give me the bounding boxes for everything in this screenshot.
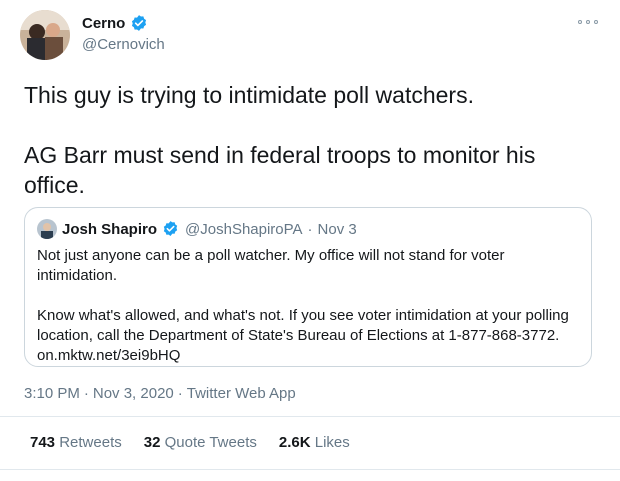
quoted-tweet-text: Not just anyone can be a poll watcher. M… xyxy=(37,246,582,366)
tweet: Cerno @Cernovich This guy is trying to i… xyxy=(0,0,620,481)
engagement-stats: 743 Retweets 32 Quote Tweets 2.6K Likes xyxy=(30,434,350,451)
quote-tweets-label: Quote Tweets xyxy=(164,434,257,451)
verified-badge-icon xyxy=(130,14,148,32)
likes-count: 2.6K xyxy=(278,434,311,451)
quoted-paragraph: Know what's allowed, and what's not. If … xyxy=(37,307,569,364)
avatar[interactable] xyxy=(20,10,70,60)
quote-tweets-stat[interactable]: 32 Quote Tweets xyxy=(144,434,257,451)
more-options-icon[interactable] xyxy=(578,16,598,28)
dot-separator: · xyxy=(83,385,89,402)
tweet-text: This guy is trying to intimidate poll wa… xyxy=(24,80,594,200)
quoted-author-name[interactable]: Josh Shapiro xyxy=(62,221,157,238)
dot-separator: · xyxy=(177,385,183,402)
quoted-avatar[interactable] xyxy=(37,219,57,239)
likes-stat[interactable]: 2.6K Likes xyxy=(279,434,350,451)
quoted-paragraph: Not just anyone can be a poll watcher. M… xyxy=(37,247,505,284)
tweet-paragraph: This guy is trying to intimidate poll wa… xyxy=(24,82,474,108)
divider xyxy=(0,416,620,417)
tweet-paragraph: AG Barr must send in federal troops to m… xyxy=(24,142,536,198)
quoted-date[interactable]: Nov 3 xyxy=(318,221,357,238)
divider xyxy=(0,469,620,470)
dot-separator: · xyxy=(307,220,313,238)
quoted-tweet-header: Josh Shapiro @JoshShapiroPA · Nov 3 xyxy=(37,219,357,239)
tweet-date[interactable]: Nov 3, 2020 xyxy=(93,385,174,402)
retweets-count: 743 xyxy=(30,434,56,451)
likes-label: Likes xyxy=(314,434,350,451)
author-handle[interactable]: @Cernovich xyxy=(82,36,165,53)
quoted-tweet[interactable]: Josh Shapiro @JoshShapiroPA · Nov 3 Not … xyxy=(24,207,592,367)
tweet-timestamp: 3:10 PM · Nov 3, 2020 · Twitter Web App xyxy=(24,385,296,402)
author-name-row: Cerno xyxy=(82,14,148,32)
verified-badge-icon xyxy=(162,220,180,238)
author-name[interactable]: Cerno xyxy=(82,15,125,32)
quote-tweets-count: 32 xyxy=(143,434,161,451)
retweets-stat[interactable]: 743 Retweets xyxy=(30,434,122,451)
tweet-time[interactable]: 3:10 PM xyxy=(24,385,80,402)
retweets-label: Retweets xyxy=(59,434,122,451)
quoted-author-handle[interactable]: @JoshShapiroPA xyxy=(185,221,303,238)
tweet-source[interactable]: Twitter Web App xyxy=(187,385,296,402)
